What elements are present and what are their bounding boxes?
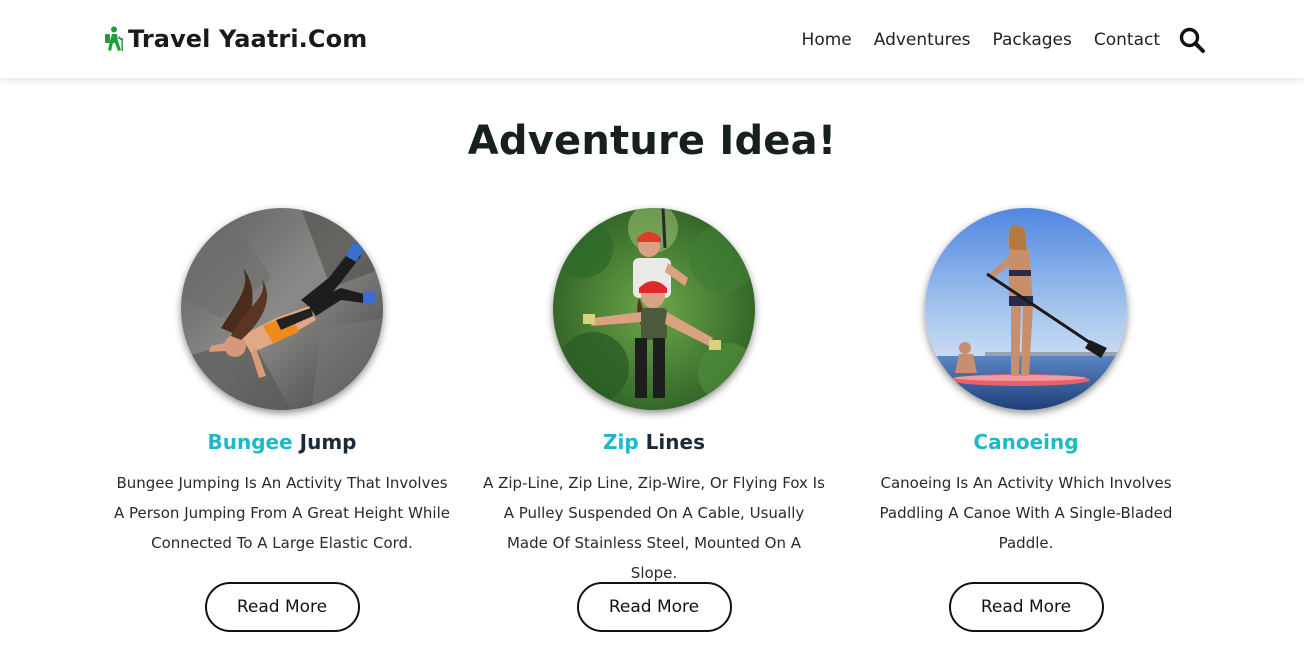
read-more-button[interactable]: Read More xyxy=(948,582,1104,632)
nav-adventures[interactable]: Adventures xyxy=(874,30,971,50)
adventure-card-canoeing: Canoeing Canoeing Is An Activity Which I… xyxy=(840,208,1212,632)
nav-home[interactable]: Home xyxy=(802,30,852,50)
bungee-jump-photo xyxy=(181,208,383,410)
card-title-rest: Lines xyxy=(645,430,705,454)
card-title: Canoeing xyxy=(840,426,1212,458)
card-title: Bungee Jump xyxy=(96,426,468,458)
card-description: A Zip-Line, Zip Line, Zip-Wire, Or Flyin… xyxy=(483,474,825,582)
brand-name: Travel Yaatri.Com xyxy=(128,25,368,53)
card-title-rest: Jump xyxy=(299,430,357,454)
nav-contact[interactable]: Contact xyxy=(1094,30,1160,50)
card-description: Bungee Jumping Is An Activity That Invol… xyxy=(114,474,450,552)
card-title-accent: Zip xyxy=(603,430,639,454)
card-title-accent: Bungee xyxy=(207,430,293,454)
canoeing-photo xyxy=(925,208,1127,410)
adventure-card-zip-lines: Zip Lines A Zip-Line, Zip Line, Zip-Wire… xyxy=(468,208,840,632)
zip-line-photo xyxy=(553,208,755,410)
card-description: Canoeing Is An Activity Which Involves P… xyxy=(879,474,1173,552)
read-more-button[interactable]: Read More xyxy=(576,582,732,632)
brand-logo-link[interactable]: Travel Yaatri.Com xyxy=(102,22,367,56)
main-nav: Home Adventures Packages Contact xyxy=(802,27,1160,53)
card-title-accent: Canoeing xyxy=(973,430,1079,454)
hiker-icon xyxy=(105,26,123,51)
section-title: Adventure Idea! xyxy=(467,118,837,164)
search-icon[interactable] xyxy=(1178,26,1206,54)
card-title: Zip Lines xyxy=(468,426,840,458)
nav-packages[interactable]: Packages xyxy=(993,30,1072,50)
adventure-card-bungee: Bungee Jump Bungee Jumping Is An Activit… xyxy=(96,208,468,632)
navbar: Travel Yaatri.Com Home Adventures Packag… xyxy=(0,0,1304,78)
read-more-button[interactable]: Read More xyxy=(204,582,360,632)
